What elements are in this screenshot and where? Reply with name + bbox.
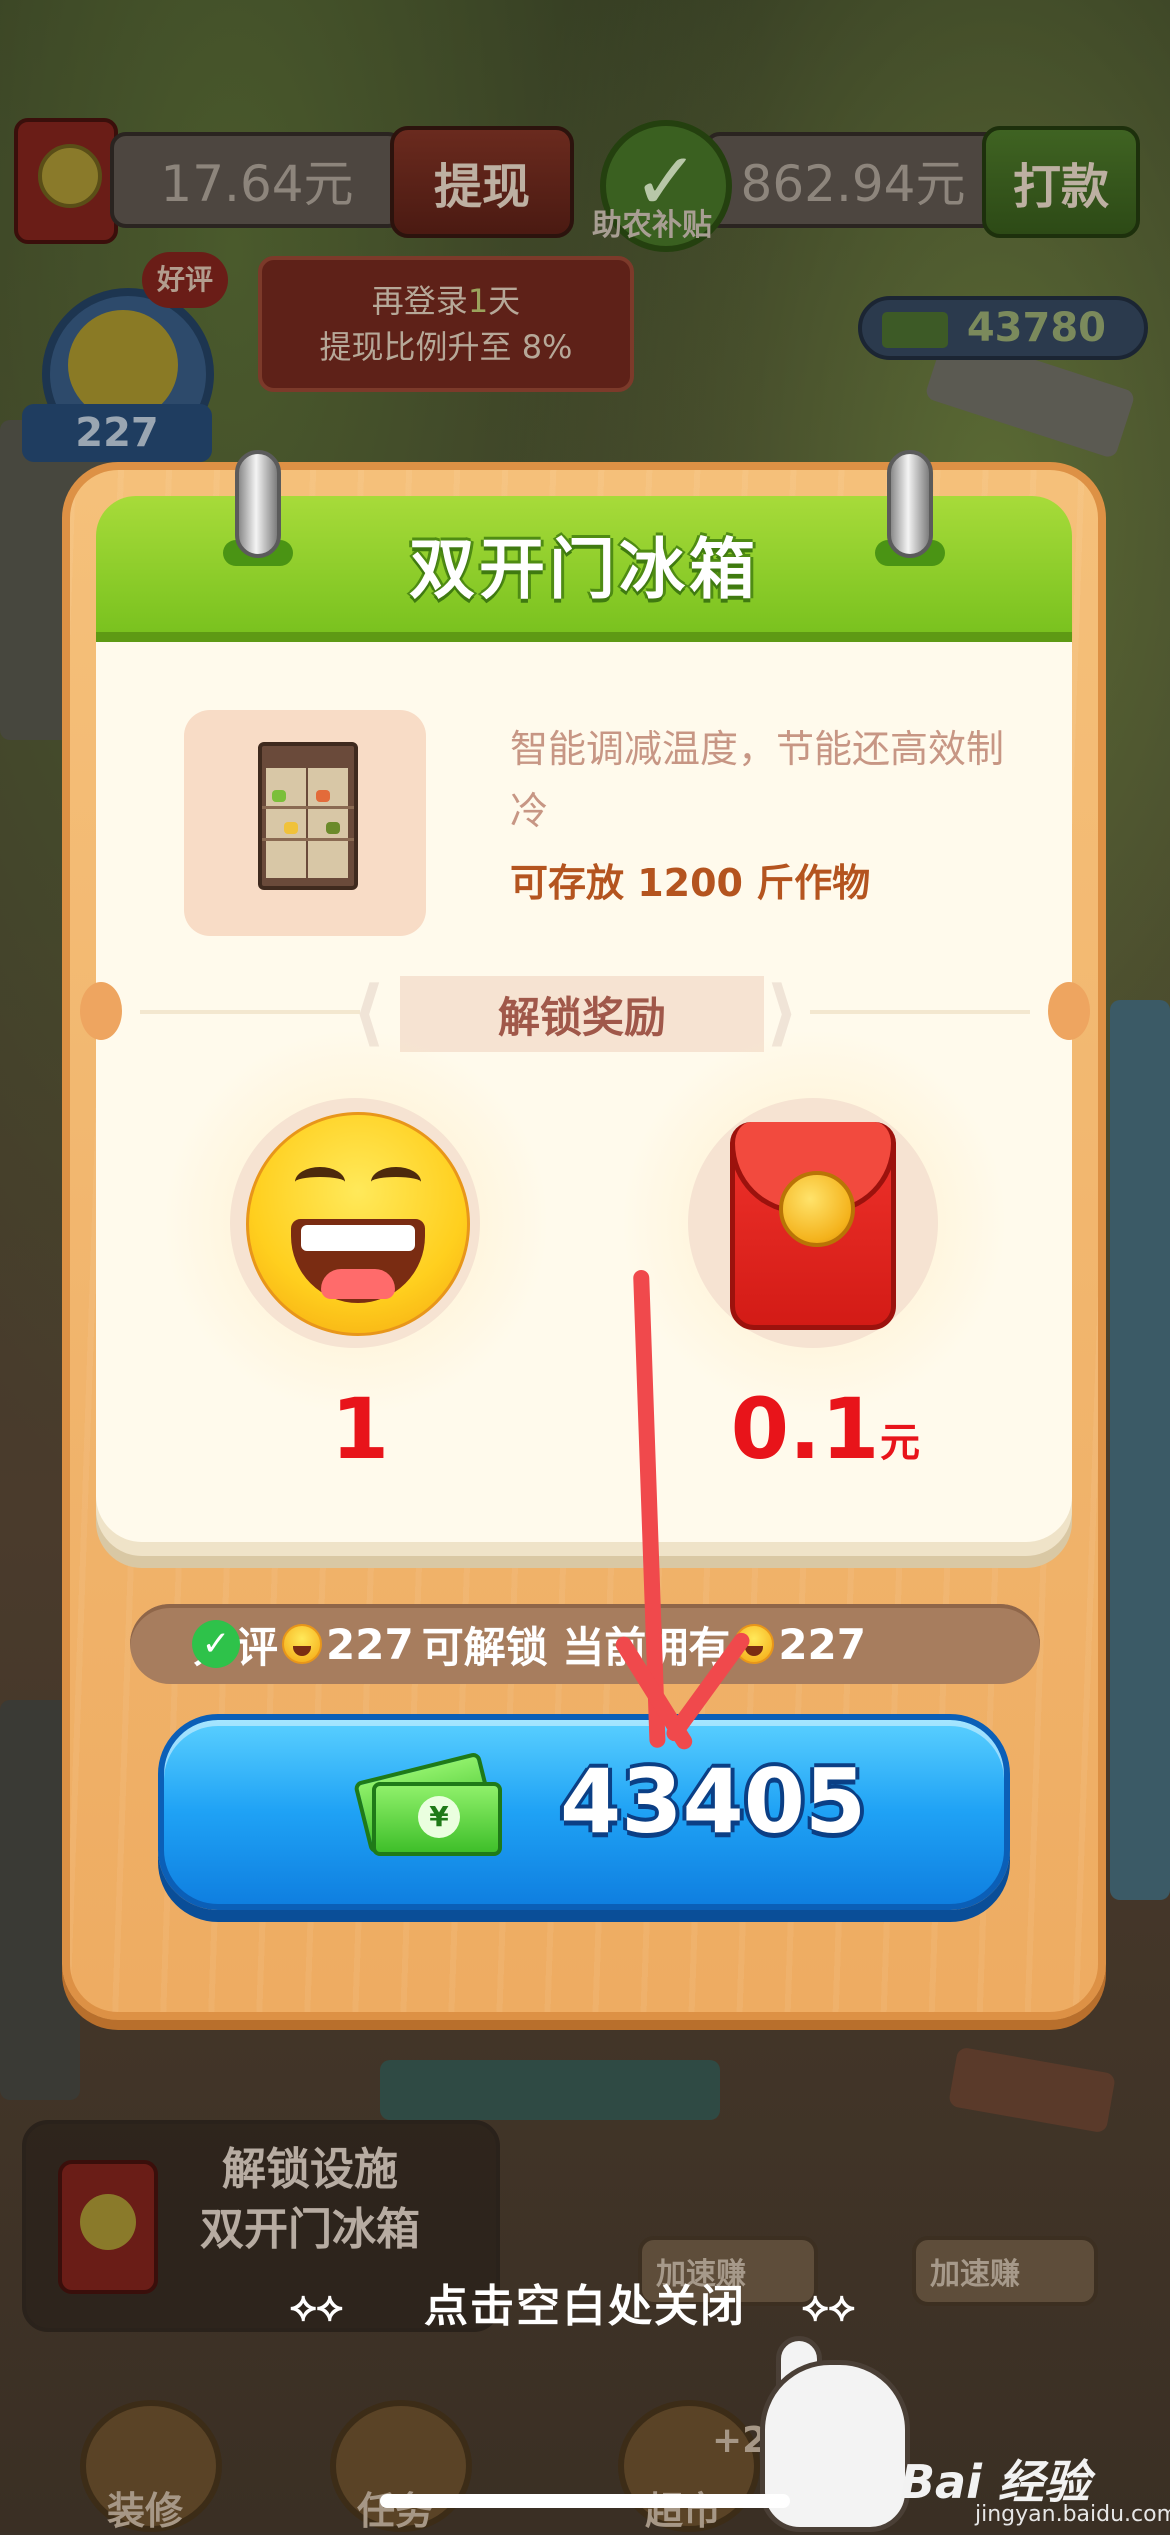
balance-display: 17.64元: [110, 132, 404, 228]
grin-emoji-icon: [282, 1624, 323, 1664]
bg-scenery-right: [1110, 1000, 1170, 1900]
grin-emoji-icon: [246, 1112, 470, 1336]
unlock-line1: 解锁设施: [222, 2144, 398, 2195]
nav-decorate-label: 装修: [106, 2489, 183, 2533]
red-envelope-icon: [730, 1122, 896, 1330]
good-review-tag: 好评: [142, 252, 228, 308]
close-hint[interactable]: 点击空白处关闭: [0, 2270, 1170, 2334]
login-bonus-banner: 再登录1天 提现比例升至 8%: [258, 256, 634, 392]
bg-scenery-fence: [380, 2060, 720, 2120]
cash-bill-icon: ¥: [372, 1782, 502, 1856]
modal-title: 双开门冰箱: [409, 531, 759, 608]
unlock-facility-text: 解锁设施 双开门冰箱: [200, 2140, 420, 2260]
buy-price: 43405: [560, 1750, 867, 1853]
double-door-fridge-icon: [258, 742, 358, 890]
reward-cash-value: 0.1: [730, 1380, 880, 1478]
nav-decorate[interactable]: 装修: [70, 2400, 222, 2533]
req-need: 227: [326, 1619, 414, 1669]
cash-bill-icon: [882, 312, 948, 348]
card-notch-right: [1048, 982, 1090, 1040]
reward-emoji-value: 1: [330, 1380, 390, 1478]
item-description: 智能调减温度，节能还高效制冷: [510, 727, 1005, 833]
unlock-line2: 双开门冰箱: [200, 2204, 420, 2255]
login-tip-days: 1: [467, 282, 489, 320]
subsidy-label: 助农补贴: [592, 208, 712, 243]
subsidy-display: 862.94元: [704, 132, 1002, 228]
reward-cash-unit: 元: [880, 1420, 920, 1466]
ornament-right-icon: ⟡⟡: [802, 2284, 855, 2330]
withdraw-button[interactable]: 提现: [390, 126, 574, 238]
good-review-count: 227: [22, 404, 212, 462]
unlock-requirement: 好评227可解锁 当前拥有227: [130, 1604, 1040, 1684]
binder-ring-left-icon: [235, 450, 281, 558]
binder-ring-right-icon: [887, 450, 933, 558]
login-tip-suffix: 天: [488, 282, 521, 320]
cash-counter: 43780: [858, 296, 1148, 360]
nav-badge: +2: [712, 2420, 768, 2461]
card-notch-left: [80, 982, 122, 1040]
transfer-button[interactable]: 打款: [982, 126, 1140, 238]
nav-tasks[interactable]: 任务: [320, 2400, 472, 2533]
login-tip-line2: 提现比例升至 8%: [319, 328, 573, 366]
home-indicator[interactable]: [380, 2494, 790, 2508]
login-tip-prefix: 再登录: [371, 282, 468, 320]
red-envelope-icon: [14, 118, 118, 244]
baidu-watermark-url: jingyan.baidu.com: [975, 2502, 1170, 2527]
req-middle: 可解锁 当前拥有: [421, 1622, 731, 1672]
req-have: 227: [778, 1619, 866, 1669]
check-icon: ✓: [192, 1620, 240, 1668]
cash-count: 43780: [966, 305, 1106, 351]
item-capacity: 可存放 1200 斤作物: [510, 861, 871, 905]
